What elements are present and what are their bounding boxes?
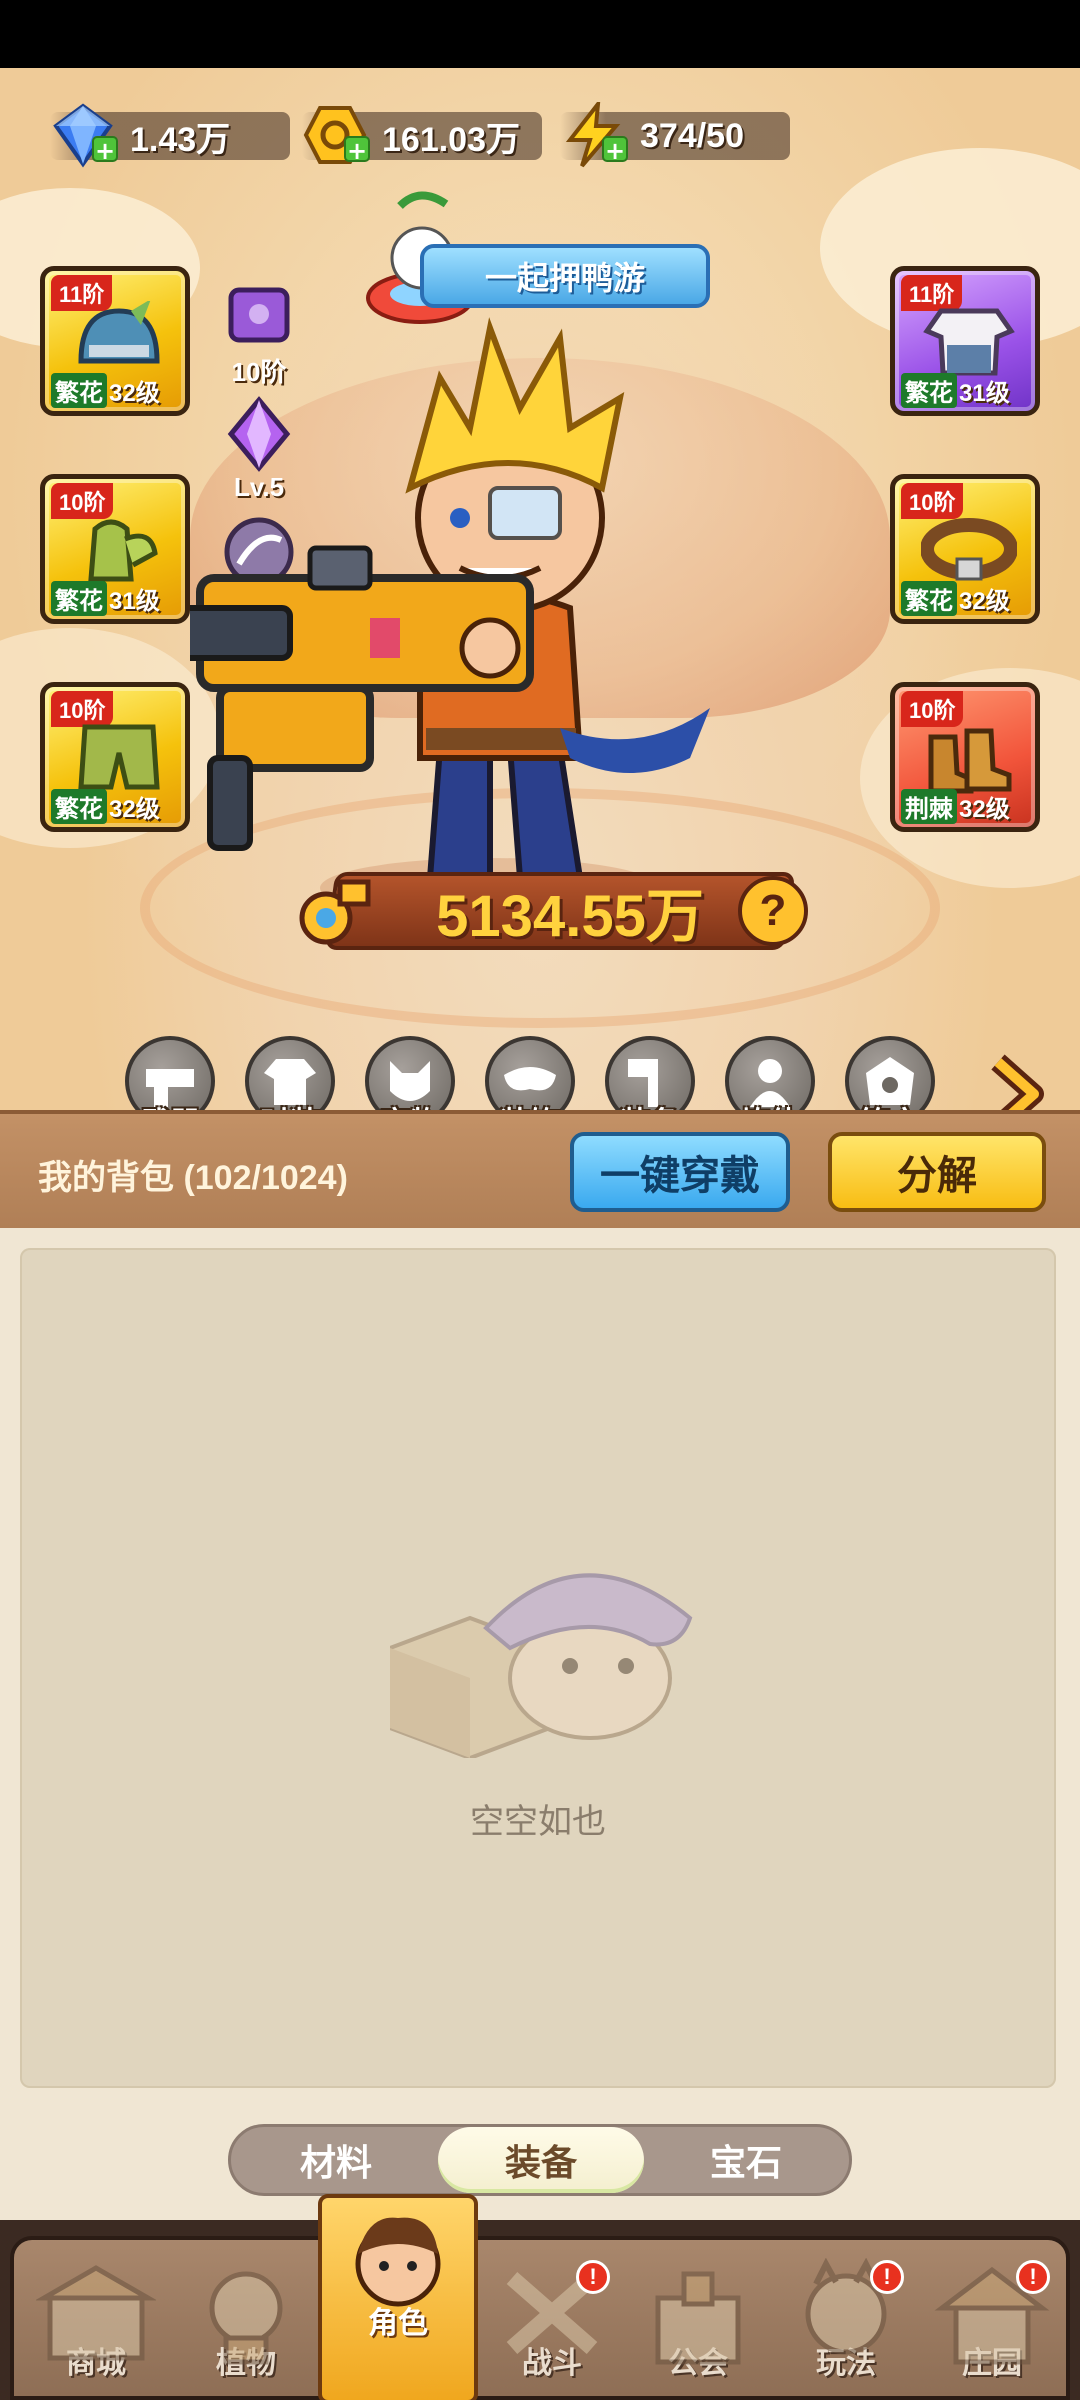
nav-guild[interactable]: 公会 [628, 2244, 768, 2400]
category-decoration[interactable]: 装饰 [480, 1036, 580, 1110]
diamond-value: 1.43万 [130, 120, 231, 159]
equip-slot-helmet[interactable]: 11阶 繁花 32级 [40, 266, 190, 416]
equip-slot-boots[interactable]: 10阶 荆棘 32级 [890, 682, 1040, 832]
coin-value: 161.03万 [382, 120, 520, 159]
add-energy-button[interactable]: + [602, 136, 628, 164]
plant-icon [209, 2271, 283, 2365]
nav-battle[interactable]: 战斗 ! [482, 2244, 622, 2400]
shop-icon [34, 2265, 158, 2361]
gloves-icon [88, 519, 158, 582]
empty-text: 空空如也 [470, 1803, 606, 1841]
energy-counter[interactable]: + 374/50 [560, 102, 790, 168]
pants-icon [78, 724, 160, 790]
nav-manor[interactable]: 庄园 ! [922, 2244, 1062, 2400]
hero-character [190, 317, 710, 918]
category-pet[interactable]: 宠物 [360, 1036, 460, 1110]
category-fashion[interactable]: 时装 [240, 1036, 340, 1110]
bag-tabs: 材料 装备 宝石 [228, 2124, 852, 2196]
bag-panel: 空空如也 材料 装备 宝石 [0, 1228, 1080, 2220]
armor-icon [923, 308, 1015, 376]
combat-power-value: 5134.55万 [436, 884, 704, 949]
coin-counter[interactable]: + 161.03万 [302, 106, 542, 164]
battle-alert-badge: ! [576, 2260, 610, 2294]
character-scene: + 1.43万 + 161.03万 + 374/50 一起押鸭游 11阶 繁花 … [0, 68, 1080, 1110]
category-equipment[interactable]: 装备 [600, 1036, 700, 1110]
combat-power: 5134.55万 ? [290, 866, 810, 956]
equip-slot-belt[interactable]: 10阶 繁花 32级 [890, 474, 1040, 624]
bag-header: 我的背包 (102/1024) 一键穿戴 分解 [0, 1110, 1080, 1228]
tab-materials[interactable]: 材料 [233, 2127, 439, 2193]
manor-alert-badge: ! [1016, 2260, 1050, 2294]
add-coin-button[interactable]: + [344, 136, 370, 164]
help-icon[interactable]: ? [738, 876, 808, 946]
gameplay-alert-badge: ! [870, 2260, 904, 2294]
equip-slot-gloves[interactable]: 10阶 繁花 31级 [40, 474, 190, 624]
equip-slot-armor[interactable]: 11阶 繁花 31级 [890, 266, 1040, 416]
helmet-icon [78, 301, 160, 364]
boots-icon [928, 728, 1012, 794]
energy-value: 374/50 [640, 116, 744, 155]
category-weapon[interactable]: 武器 [120, 1036, 220, 1110]
castle-icon [655, 2271, 741, 2365]
wear-all-button[interactable]: 一键穿戴 [570, 1132, 790, 1212]
chevron-right-icon[interactable] [980, 1054, 1050, 1110]
category-body-training[interactable]: 炼体 [720, 1036, 820, 1110]
bag-grid: 空空如也 [20, 1248, 1056, 2088]
belt-icon [921, 518, 1017, 581]
bottom-nav: 商城 植物 角色 战斗 ! 公会 玩法 ! 庄园 ! [0, 2194, 1080, 2400]
nav-shop[interactable]: 商城 [26, 2244, 166, 2400]
nav-character[interactable]: 角色 [318, 2194, 478, 2400]
category-bar: 武器 时装 宠物 装饰 装备 炼体 符文 [120, 1036, 1060, 1110]
decompose-button[interactable]: 分解 [828, 1132, 1046, 1212]
diamond-counter[interactable]: + 1.43万 [50, 103, 290, 168]
nav-gameplay[interactable]: 玩法 ! [776, 2244, 916, 2400]
bag-title: 我的背包 (102/1024) [38, 1159, 348, 1197]
tab-gems[interactable]: 宝石 [643, 2127, 849, 2193]
empty-mushroom-illustration [390, 1573, 693, 1758]
tab-equipment[interactable]: 装备 [438, 2127, 644, 2193]
nav-plants[interactable]: 植物 [176, 2244, 316, 2400]
category-rune[interactable]: 符文 [840, 1036, 940, 1110]
key-icon [299, 879, 371, 945]
equip-slot-pants[interactable]: 10阶 繁花 32级 [40, 682, 190, 832]
add-diamond-button[interactable]: + [92, 136, 118, 164]
status-bar [0, 0, 1080, 68]
